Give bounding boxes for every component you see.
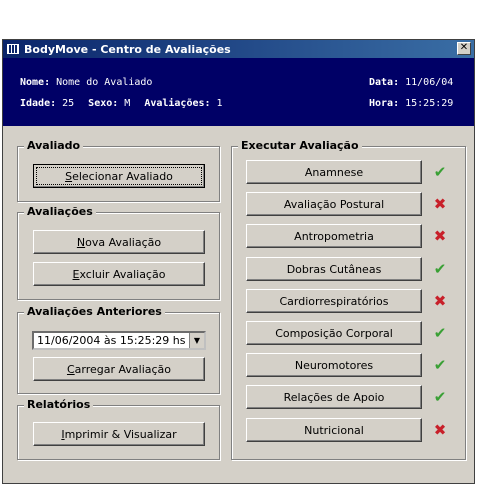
avaliacoes-value: 1 [216,98,223,109]
relatorios-title: Relatórios [24,398,94,411]
executar-item-button[interactable]: Relações de Apoio [246,385,422,409]
executar-item-button[interactable]: Cardiorrespiratórios [246,289,422,313]
check-icon: ✔ [433,260,447,278]
check-icon: ✔ [433,324,447,342]
executar-item-button[interactable]: Antropometria [246,224,422,248]
app-window: BodyMove - Centro de Avaliações ✕ Nome: … [2,39,475,484]
selecionar-avaliado-button[interactable]: Selecionar Avaliado [33,164,205,188]
nome-label: Nome: [20,77,51,88]
carregar-avaliacao-button[interactable]: Carregar Avaliação [33,357,205,381]
avaliacoes-title: Avaliações [24,205,96,218]
idade-label: Idade: [20,98,57,109]
sexo-label: Sexo: [88,98,119,109]
avaliado-group: Avaliado Selecionar Avaliado [17,139,220,202]
executar-item-label: Nutricional [304,423,364,437]
data-label: Data: [369,77,400,88]
executar-avaliacao-title: Executar Avaliação [238,139,362,152]
check-icon: ✔ [433,388,447,406]
avaliacoes-label: Avaliações: [144,98,211,109]
avaliado-title: Avaliado [24,139,84,152]
hora-value: 15:25:29 [405,98,454,109]
idade-value: 25 [62,98,75,109]
x-icon: ✖ [433,195,447,213]
executar-item-button[interactable]: Neuromotores [246,353,422,377]
executar-item-label: Relações de Apoio [283,390,385,404]
executar-item-button[interactable]: Dobras Cutâneas [246,257,422,281]
x-icon: ✖ [433,421,447,439]
chevron-down-icon[interactable]: ▼ [189,333,204,348]
title-bar: BodyMove - Centro de Avaliações ✕ [3,40,474,58]
excluir-avaliacao-button[interactable]: Excluir Avaliação [33,262,205,286]
data-value: 11/06/04 [405,77,454,88]
executar-item-label: Antropometria [294,229,374,243]
x-icon: ✖ [433,227,447,245]
imprimir-visualizar-button[interactable]: Imprimir & Visualizar [33,422,205,446]
avaliacoes-group: Avaliações Nova Avaliação Excluir Avalia… [17,205,220,300]
x-icon: ✖ [433,292,447,310]
window-title: BodyMove - Centro de Avaliações [24,42,231,56]
executar-avaliacao-group: Executar Avaliação Anamnese ✔ Avaliação Po… [231,139,466,460]
executar-item-label: Avaliação Postural [283,197,385,211]
app-icon [6,43,20,55]
nova-avaliacao-button[interactable]: Nova Avaliação [33,230,205,254]
check-icon: ✔ [433,163,447,181]
executar-item-label: Cardiorrespiratórios [279,294,389,308]
sexo-value: M [124,98,131,109]
executar-item-button[interactable]: Composição Corporal [246,321,422,345]
executar-item-button[interactable]: Nutricional [246,418,422,442]
hora-label: Hora: [369,98,400,109]
executar-item-label: Composição Corporal [275,326,393,340]
patient-info-panel: Nome: Nome do Avaliado Idade: 25 Sexo: M… [3,58,474,126]
executar-item-label: Dobras Cutâneas [286,262,382,276]
avaliacoes-anteriores-title: Avaliações Anteriores [24,305,165,318]
close-icon[interactable]: ✕ [457,42,471,55]
nome-value: Nome do Avaliado [56,77,153,88]
check-icon: ✔ [433,356,447,374]
avaliacoes-anteriores-group: Avaliações Anteriores 11/06/2004 às 15:2… [17,305,220,394]
relatorios-group: Relatórios Imprimir & Visualizar [17,398,220,460]
executar-item-button[interactable]: Anamnese [246,160,422,184]
executar-item-button[interactable]: Avaliação Postural [246,192,422,216]
executar-item-label: Neuromotores [294,358,374,372]
executar-item-label: Anamnese [304,165,364,179]
avaliacao-anterior-select[interactable]: 11/06/2004 às 15:25:29 hs ▼ [32,331,206,350]
